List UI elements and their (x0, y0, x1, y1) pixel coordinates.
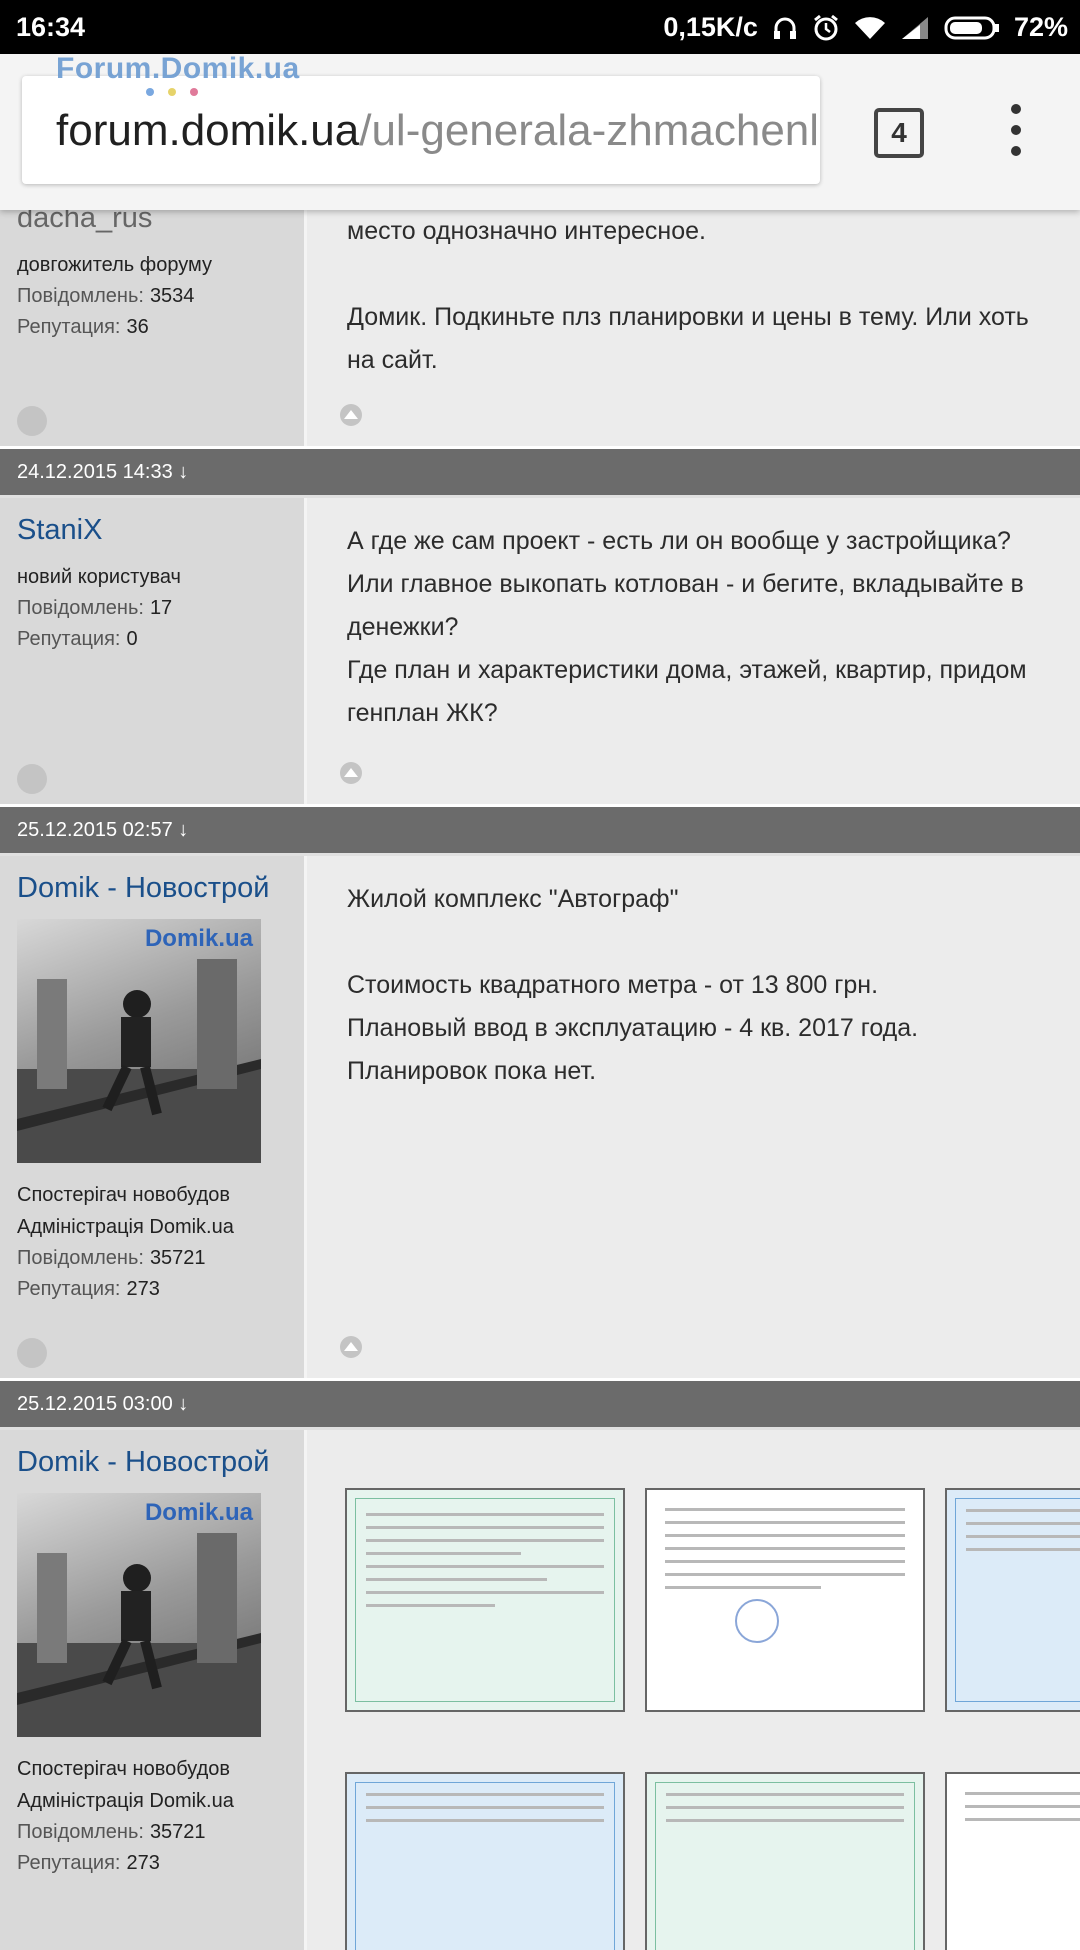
attachment-thumbnail[interactable] (345, 1772, 625, 1950)
forum-post: Domik - Новострой Domik.ua Спостерігач н… (0, 856, 1080, 1378)
online-status-icon (17, 764, 47, 794)
status-icons: 0,15K/c 72% (663, 12, 1068, 43)
avatar-brand: Domik.ua (144, 1499, 253, 1526)
scroll-top-icon[interactable] (339, 403, 363, 432)
post-date-bar[interactable]: 24.12.2015 14:33 ↓ (0, 446, 1080, 498)
alarm-icon (812, 14, 840, 42)
online-status-icon (17, 406, 47, 436)
post-date-bar[interactable]: 25.12.2015 02:57 ↓ (0, 804, 1080, 856)
user-rank: Спостерігач новобудов (17, 1184, 230, 1206)
browser-toolbar: Forum.Domik.ua forum.domik.ua/ul-general… (0, 52, 1080, 210)
tab-switcher-button[interactable]: 4 (874, 108, 924, 158)
status-bar: 16:34 0,15K/c 72% (0, 0, 1080, 54)
post-body (307, 1430, 1080, 1950)
site-logo: Forum.Domik.ua (56, 52, 300, 85)
post-body: Жилой комплекс "Автограф" Стоимость квад… (307, 856, 1080, 1378)
forum-post: Domik - Новострой Domik.ua Спостерігач н… (0, 1430, 1080, 1950)
attachment-thumbnail[interactable] (645, 1488, 925, 1712)
attachment-thumbnail[interactable] (945, 1772, 1080, 1950)
battery-icon (944, 15, 1000, 41)
scroll-top-icon[interactable] (339, 761, 363, 790)
wifi-icon (854, 15, 886, 41)
user-rank: новий користувач (17, 566, 181, 588)
post-username[interactable]: Domik - Новострой (17, 872, 304, 905)
overflow-menu-icon[interactable] (1004, 104, 1028, 164)
post-author-panel: Domik - Новострой Domik.ua Спостерігач н… (0, 1430, 307, 1950)
avatar[interactable]: Domik.ua (17, 919, 261, 1163)
user-messages: Повідомлень: 17 (17, 597, 173, 619)
user-group: Адміністрація Domik.ua (17, 1790, 234, 1812)
forum-thread: dacha_rus довгожитель форуму Повідомлень… (0, 202, 1080, 1950)
forum-post: StaniX новий користувач Повідомлень: 17 Р… (0, 498, 1080, 804)
user-messages: Повідомлень: 35721 (17, 1821, 206, 1843)
site-logo-dots (146, 88, 198, 96)
post-author-panel: Domik - Новострой Domik.ua Спостерігач н… (0, 856, 307, 1378)
attachment-thumbnail[interactable] (945, 1488, 1080, 1712)
post-author-panel: dacha_rus довгожитель форуму Повідомлень… (0, 202, 307, 446)
battery-percent: 72% (1013, 12, 1068, 42)
attachment-thumbnail[interactable] (645, 1772, 925, 1950)
attachment-row (345, 1488, 1080, 1712)
user-reputation: Репутация: 0 (17, 628, 138, 650)
post-text: место однозначно интересное. Домик. Подк… (347, 217, 1029, 374)
post-body: место однозначно интересное. Домик. Подк… (307, 210, 1080, 446)
signal-icon (900, 15, 930, 41)
post-body: А где же сам проект - есть ли он вообще … (307, 498, 1080, 804)
status-time: 16:34 (16, 12, 86, 42)
user-group: Адміністрація Domik.ua (17, 1216, 234, 1238)
attachment-thumbnail[interactable] (345, 1488, 625, 1712)
post-text: Жилой комплекс "Автограф" Стоимость квад… (347, 885, 919, 1085)
url-path: /ul-generala-zhmachenko (359, 106, 816, 155)
user-reputation: Репутация: 36 (17, 316, 149, 338)
user-reputation: Репутация: 273 (17, 1852, 160, 1874)
url-text[interactable]: forum.domik.ua/ul-generala-zhmachenko (56, 106, 816, 156)
headphones-icon (772, 15, 798, 41)
user-messages: Повідомлень: 35721 (17, 1247, 206, 1269)
post-username[interactable]: Domik - Новострой (17, 1446, 304, 1479)
post-author-panel: StaniX новий користувач Повідомлень: 17 Р… (0, 498, 307, 804)
address-bar[interactable]: forum.domik.ua/ul-generala-zhmachenko (22, 76, 820, 184)
post-username[interactable]: StaniX (17, 514, 304, 547)
scroll-top-icon[interactable] (339, 1335, 363, 1364)
user-reputation: Репутация: 273 (17, 1278, 160, 1300)
network-speed: 0,15K/c (663, 12, 758, 42)
avatar-brand: Domik.ua (144, 925, 253, 952)
url-domain: forum.domik.ua (56, 106, 360, 155)
user-rank: довгожитель форуму (17, 254, 212, 276)
forum-post: dacha_rus довгожитель форуму Повідомлень… (0, 202, 1080, 446)
avatar[interactable]: Domik.ua (17, 1493, 261, 1737)
online-status-icon (17, 1338, 47, 1368)
post-date-bar[interactable]: 25.12.2015 03:00 ↓ (0, 1378, 1080, 1430)
user-rank: Спостерігач новобудов (17, 1758, 230, 1780)
post-text: А где же сам проект - есть ли он вообще … (347, 527, 1027, 727)
attachment-row (345, 1772, 1080, 1950)
user-messages: Повідомлень: 3534 (17, 285, 195, 307)
